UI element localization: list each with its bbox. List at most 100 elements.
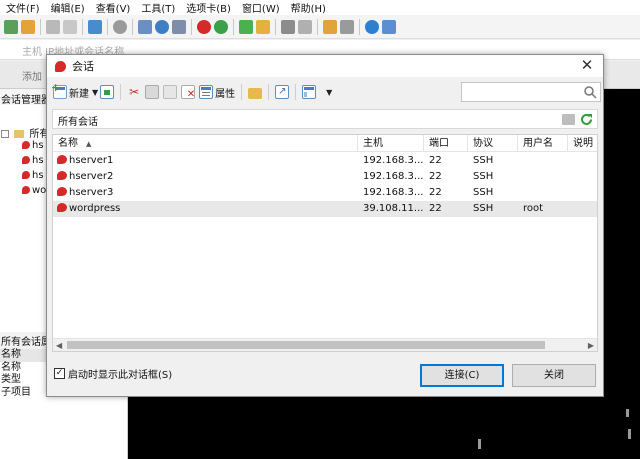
menu-bar: 文件(F) 编辑(E) 查看(V) 工具(T) 选项卡(B) 窗口(W) 帮助(… — [0, 0, 640, 15]
xshell-icon[interactable] — [197, 19, 211, 34]
tile-icon[interactable] — [340, 19, 354, 34]
script-icon[interactable] — [172, 19, 186, 34]
column-header-port[interactable]: 端口 — [424, 135, 468, 152]
menu-tools[interactable]: 工具(T) — [141, 0, 175, 15]
menu-help[interactable]: 帮助(H) — [291, 0, 326, 15]
xshell-session-icon — [57, 171, 67, 180]
tree-item-label: hs — [32, 170, 44, 181]
layout-icon[interactable] — [138, 19, 152, 34]
menu-view[interactable]: 查看(V) — [96, 0, 131, 15]
column-header-description[interactable]: 说明 — [568, 135, 597, 152]
tree-item-label: wo — [32, 185, 47, 196]
open-folder-icon[interactable] — [21, 19, 35, 34]
properties-button[interactable]: 属性 — [197, 82, 237, 102]
toolbar-separator — [120, 84, 122, 100]
shortcut-icon: ↗ — [275, 85, 290, 99]
compose-icon[interactable] — [323, 19, 337, 34]
session-host: 192.168.3... — [363, 171, 423, 182]
column-header-name[interactable]: 名称 ▲ — [53, 135, 358, 152]
dialog-titlebar[interactable]: 会话 ✕ — [47, 55, 603, 77]
toolbar-separator — [40, 18, 41, 35]
column-header-label: 协议 — [473, 138, 493, 149]
chat-icon[interactable] — [382, 19, 396, 34]
session-name: hserver3 — [69, 187, 114, 198]
session-name-cell: wordpress — [57, 201, 357, 217]
session-username: root — [523, 203, 544, 214]
toolbar-separator — [107, 18, 108, 35]
unlink-icon[interactable] — [63, 19, 77, 34]
folder-button[interactable] — [246, 82, 264, 102]
session-icon — [22, 141, 30, 149]
properties-icon — [199, 85, 214, 99]
menu-window[interactable]: 窗口(W) — [242, 0, 280, 15]
toolbar-separator — [275, 18, 276, 35]
horizontal-scrollbar[interactable]: ◀ ▶ — [53, 338, 597, 351]
session-name-cell: hserver3 — [57, 185, 357, 201]
search-input[interactable] — [461, 82, 601, 102]
menu-tabs[interactable]: 选项卡(B) — [186, 0, 231, 15]
view-button[interactable]: ▼ — [300, 82, 334, 102]
close-icon[interactable]: ✕ — [579, 58, 595, 74]
tree-item[interactable]: wo — [22, 185, 46, 196]
column-header-username[interactable]: 用户名 — [518, 135, 568, 152]
menu-file[interactable]: 文件(F) — [6, 0, 40, 15]
xftp-icon[interactable] — [214, 19, 228, 34]
scroll-left-icon[interactable]: ◀ — [56, 341, 62, 350]
column-header-host[interactable]: 主机 — [358, 135, 424, 152]
delete-button[interactable]: ✕ — [179, 82, 197, 102]
show-at-startup-checkbox[interactable]: ✓ — [54, 368, 65, 379]
folder-up-icon[interactable] — [562, 114, 575, 125]
new-button[interactable]: + 新建 — [51, 82, 91, 102]
tree-item[interactable]: hs — [22, 155, 44, 166]
terminal-glyph — [628, 429, 631, 439]
new-tab-icon[interactable] — [88, 19, 102, 34]
session-row-selected[interactable]: wordpress 39.108.11... 22 SSH root — [53, 201, 597, 217]
link-icon[interactable] — [46, 19, 60, 34]
sort-ascending-icon: ▲ — [86, 140, 92, 148]
sessions-dialog: 会话 ✕ + 新建 ▼ ✂ ✕ 属性 ↗ ▼ 所有会话 名称 ▲ 主机 端口 协… — [46, 54, 604, 397]
help-icon[interactable] — [365, 19, 379, 34]
session-name-cell: hserver2 — [57, 169, 357, 185]
scissors-icon: ✂ — [129, 85, 140, 99]
close-button[interactable]: 关闭 — [512, 364, 596, 387]
session-name: hserver2 — [69, 171, 114, 182]
session-row[interactable]: hserver3 192.168.3... 22 SSH — [53, 185, 597, 201]
session-protocol: SSH — [473, 171, 494, 182]
globe-icon[interactable] — [155, 19, 169, 34]
shortcut-button[interactable]: ↗ — [273, 82, 291, 102]
session-port: 22 — [429, 171, 442, 182]
show-at-startup-option[interactable]: ✓ 启动时显示此对话框(S) — [54, 366, 172, 381]
find-icon[interactable] — [113, 19, 127, 34]
session-row[interactable]: hserver1 192.168.3... 22 SSH — [53, 153, 597, 169]
new-session-icon[interactable] — [4, 19, 18, 34]
lock-icon[interactable] — [256, 19, 270, 34]
xshell-logo-icon — [55, 60, 66, 72]
scroll-right-icon[interactable]: ▶ — [588, 341, 594, 350]
expand-icon[interactable] — [1, 130, 9, 138]
scrollbar-thumb[interactable] — [67, 341, 545, 349]
session-row[interactable]: hserver2 192.168.3... 22 SSH — [53, 169, 597, 185]
column-header-label: 名称 — [58, 138, 78, 149]
connect-button[interactable]: 连接(C) — [420, 364, 504, 387]
xshell-session-icon — [57, 187, 67, 196]
session-protocol: SSH — [473, 155, 494, 166]
menu-edit[interactable]: 编辑(E) — [51, 0, 85, 15]
tree-item[interactable]: hs — [22, 140, 44, 151]
cut-button[interactable]: ✂ — [125, 82, 143, 102]
column-header-protocol[interactable]: 协议 — [468, 135, 518, 152]
tab-add-label[interactable]: 添加 — [22, 68, 42, 83]
tree-item[interactable]: hs — [22, 170, 44, 181]
copy-button[interactable] — [143, 82, 161, 102]
paste-button[interactable] — [161, 82, 179, 102]
highlight-icon[interactable] — [298, 19, 312, 34]
refresh-icon[interactable] — [579, 112, 594, 127]
keyboard-icon[interactable] — [281, 19, 295, 34]
folder-icon — [248, 87, 263, 99]
fullscreen-icon[interactable] — [239, 19, 253, 34]
import-button[interactable] — [98, 82, 116, 102]
toolbar-separator — [191, 18, 192, 35]
view-dropdown-icon[interactable]: ▼ — [326, 88, 332, 97]
toolbar-separator — [132, 18, 133, 35]
search-icon[interactable] — [583, 85, 597, 99]
dialog-title: 会话 — [72, 60, 94, 73]
